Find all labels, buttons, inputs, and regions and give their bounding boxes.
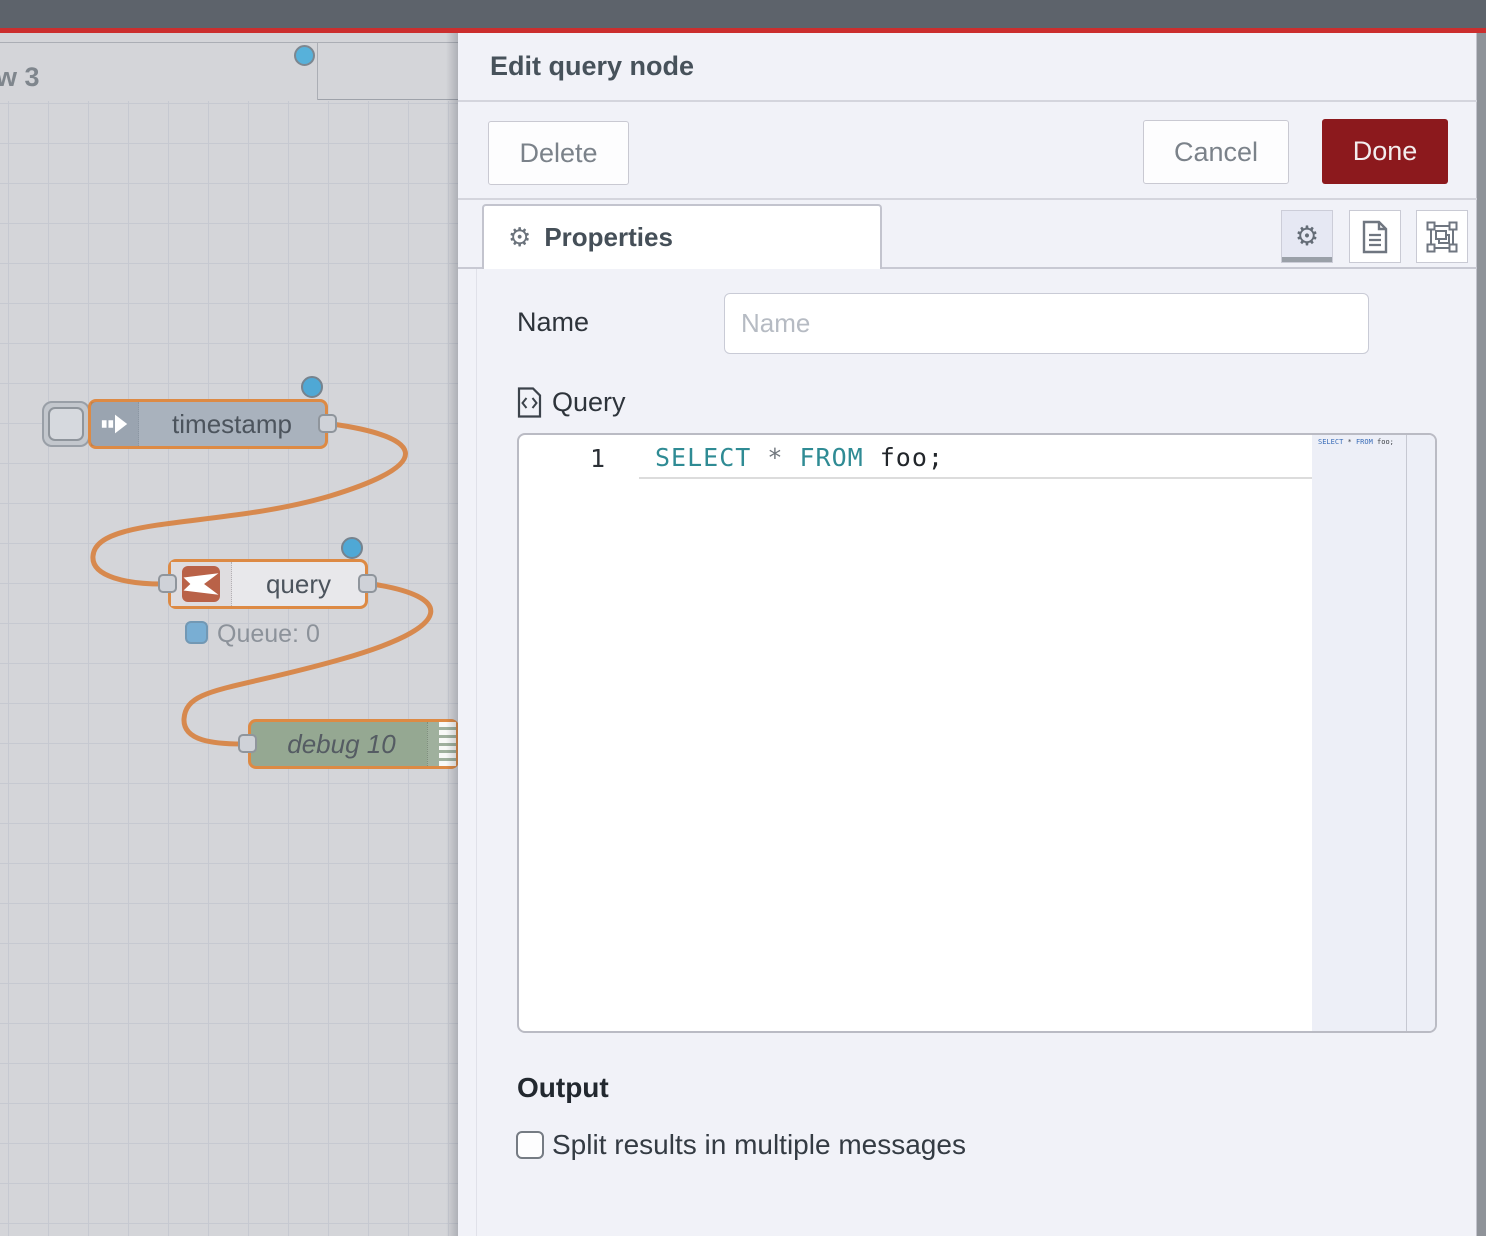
inject-arrow-icon xyxy=(91,402,139,446)
done-button[interactable]: Done xyxy=(1322,119,1448,184)
window-scrollbar[interactable] xyxy=(1477,33,1486,1236)
minimap-code-line: SELECT * FROM foo; xyxy=(1318,438,1394,446)
node-timestamp[interactable]: timestamp xyxy=(88,399,328,449)
query-output-port[interactable] xyxy=(358,574,377,593)
tray-content-edge xyxy=(476,268,477,1236)
dialog-title: Edit query node xyxy=(490,51,694,82)
description-icon xyxy=(1360,220,1390,254)
tab-properties[interactable]: ⚙ Properties xyxy=(482,204,882,269)
query-field-label: Query xyxy=(552,387,626,418)
gear-icon: ⚙ xyxy=(508,222,531,253)
flow-canvas[interactable]: w 3 timestamp q xyxy=(0,33,458,1236)
name-field-label: Name xyxy=(517,307,589,338)
editor-minimap[interactable]: SELECT * FROM foo; xyxy=(1312,435,1435,1031)
divider xyxy=(458,100,1477,102)
split-results-checkbox[interactable] xyxy=(516,1131,544,1159)
query-status-dot xyxy=(185,621,208,644)
query-input-port[interactable] xyxy=(158,574,177,593)
timestamp-output-port[interactable] xyxy=(318,414,337,433)
properties-view-button[interactable]: ⚙ xyxy=(1281,210,1333,263)
node-label: query xyxy=(232,569,365,600)
timestamp-changed-dot xyxy=(301,376,323,398)
name-input[interactable] xyxy=(724,293,1369,354)
file-code-icon xyxy=(517,387,542,418)
query-code-editor[interactable]: 1 SELECT * FROM foo; SELECT * FROM foo; xyxy=(517,433,1437,1033)
query-field-header: Query xyxy=(517,387,626,418)
tab-properties-label: Properties xyxy=(544,222,673,253)
description-view-button[interactable] xyxy=(1349,210,1401,263)
query-changed-dot xyxy=(341,537,363,559)
node-label: timestamp xyxy=(139,409,325,440)
code-line[interactable]: SELECT * FROM foo; xyxy=(655,443,944,472)
line-number: 1 xyxy=(519,444,605,473)
node-label: debug 10 xyxy=(251,729,456,760)
app-header-bar xyxy=(0,0,1486,28)
gear-icon: ⚙ xyxy=(1295,221,1319,252)
mysql-icon xyxy=(171,562,232,606)
inject-button-inner xyxy=(48,407,84,441)
node-debug[interactable]: debug 10 xyxy=(248,719,458,769)
node-query[interactable]: query xyxy=(168,559,368,609)
appearance-view-button[interactable] xyxy=(1416,210,1468,263)
appearance-icon xyxy=(1426,221,1458,253)
app-root: w 3 timestamp q xyxy=(0,0,1486,1236)
output-section-heading: Output xyxy=(517,1072,609,1104)
minimap-divider xyxy=(1406,435,1407,1031)
debug-input-port[interactable] xyxy=(238,734,257,753)
split-results-label: Split results in multiple messages xyxy=(552,1129,966,1161)
edit-dialog: Edit query node Delete Cancel Done ⚙ Pro… xyxy=(458,33,1477,1236)
inject-button[interactable] xyxy=(42,401,90,447)
cancel-button[interactable]: Cancel xyxy=(1143,120,1289,184)
canvas-edge-shadow xyxy=(446,33,458,1236)
divider xyxy=(458,198,1477,200)
query-status-text: Queue: 0 xyxy=(217,620,320,649)
delete-button[interactable]: Delete xyxy=(488,121,629,185)
